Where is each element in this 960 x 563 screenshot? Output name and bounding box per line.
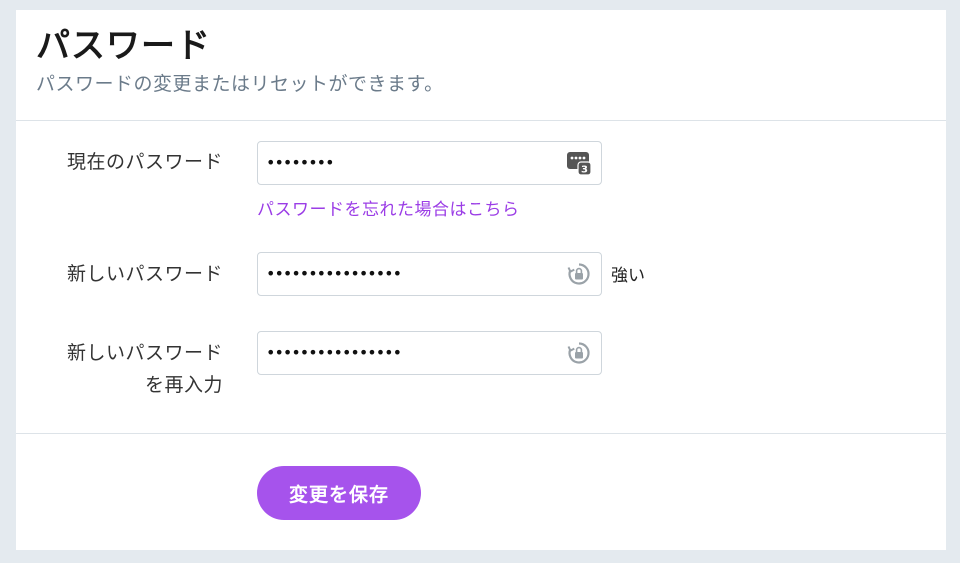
confirm-password-field[interactable]: •••••••••••••••• [257,331,602,375]
new-password-value: •••••••••••••••• [266,264,402,283]
current-password-field[interactable]: •••••••• 3 [257,141,602,185]
current-password-value: •••••••• [266,153,334,172]
lock-refresh-icon[interactable] [567,341,591,365]
forgot-password-link[interactable]: パスワードを忘れた場合はこちら [257,198,520,222]
new-password-field[interactable]: •••••••••••••••• [257,252,602,296]
page-title: パスワード [36,26,211,66]
confirm-password-label-line1: 新しいパスワード [66,342,223,364]
current-password-label: 現在のパスワード [66,151,223,173]
confirm-password-value: •••••••••••••••• [266,343,402,362]
password-settings-card: パスワード パスワードの変更またはリセットができます。 現在のパスワード •••… [16,10,946,550]
lock-refresh-icon[interactable] [567,262,591,286]
confirm-password-label-line2: を再入力 [144,374,223,396]
form-divider [16,433,946,434]
password-manager-badge: 3 [581,165,588,176]
page-subtitle: パスワードの変更またはリセットができます。 [36,73,444,95]
password-strength-indicator: 強い [611,266,645,286]
confirm-password-label: 新しいパスワード を再入力 [33,337,223,401]
save-changes-button[interactable]: 変更を保存 [257,466,421,520]
new-password-label: 新しいパスワード [66,263,223,285]
section-header: パスワード パスワードの変更またはリセットができます。 [16,10,946,121]
password-manager-icon[interactable]: 3 [567,151,592,176]
